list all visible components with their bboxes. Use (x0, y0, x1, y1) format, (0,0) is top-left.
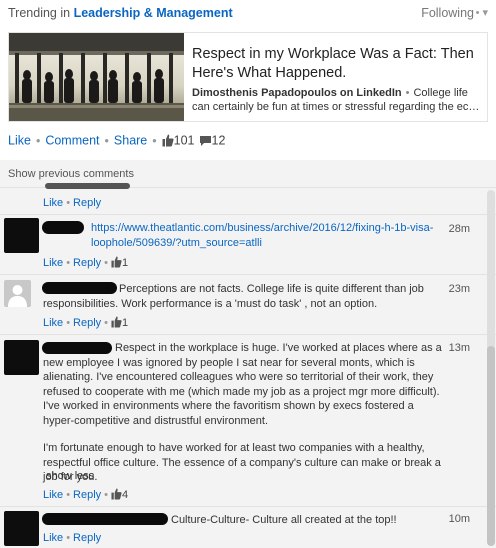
comment-reply-button[interactable]: Reply (73, 532, 101, 544)
article-thumbnail[interactable] (9, 33, 184, 121)
comment-link[interactable]: https://www.theatlantic.com/business/arc… (91, 222, 433, 249)
comment-divider (0, 214, 496, 215)
comment-divider (0, 334, 496, 335)
post-comments-count[interactable]: 12 (212, 134, 226, 148)
comment-reply-button[interactable]: Reply (73, 257, 101, 269)
byline-separator: • (405, 87, 410, 99)
comment-time: 13m (448, 342, 470, 354)
comment-actions: Like • Reply • 1 (43, 316, 129, 329)
comment-actions: Like • Reply (43, 532, 102, 544)
share-button[interactable]: Share (114, 134, 147, 148)
like-button[interactable]: Like (8, 134, 31, 148)
comment-text: https://www.theatlantic.com/business/arc… (43, 221, 443, 250)
comment-text-paragraph: I'm fortunate enough to have worked for … (43, 442, 441, 483)
comment-likes-count[interactable]: 1 (122, 257, 128, 269)
comment-time: 23m (448, 283, 470, 295)
article-snippet: can certainly be fun at times or stressf… (192, 101, 482, 113)
trending-header: Trending in Leadership & Management Foll… (8, 6, 488, 24)
comment-text: Respect in the workplace is huge. I've w… (43, 342, 442, 427)
thumbs-up-icon (111, 488, 122, 501)
avatar[interactable] (4, 511, 39, 546)
thumbs-up-icon (162, 134, 174, 148)
comments-section: Show previous comments Like • Reply https:… (0, 160, 496, 548)
comment-like-button[interactable]: Like (43, 489, 63, 501)
post-likes-count[interactable]: 101 (174, 134, 195, 148)
following-chevron-icon[interactable]: • ▾ (476, 6, 488, 19)
avatar[interactable] (4, 280, 31, 307)
comment-likes-count[interactable]: 4 (122, 489, 128, 501)
trending-prefix: Trending in (8, 6, 71, 20)
article-snippet-start: College life (413, 87, 468, 99)
comment-like-button[interactable]: Like (43, 317, 63, 329)
comment-button[interactable]: Comment (45, 134, 99, 148)
comment-reply-button[interactable]: Reply (73, 317, 101, 329)
comment-actions: Like • Reply • 1 (43, 256, 129, 269)
comment-actions: Like • Reply • 4 (43, 488, 129, 501)
trending-category-link[interactable]: Leadership & Management (74, 6, 233, 20)
comment-divider (0, 506, 496, 507)
comment-reply-button[interactable]: Reply (73, 489, 101, 501)
comment-like-button[interactable]: Like (43, 197, 63, 209)
article-byline: Dimosthenis Papadopoulos on LinkedIn • Col… (192, 87, 482, 100)
comment-likes-count[interactable]: 1 (122, 317, 128, 329)
following-button[interactable]: Following (421, 6, 474, 20)
redacted-text (45, 183, 130, 189)
comment-reply-button[interactable]: Reply (73, 197, 101, 209)
show-previous-comments-link[interactable]: Show previous comments (8, 168, 134, 180)
comment-time: 28m (448, 223, 470, 235)
comment-like-button[interactable]: Like (43, 257, 63, 269)
comment-actions: Like • Reply (43, 197, 102, 209)
post-actions: Like • Comment • Share • 101 12 (8, 133, 226, 148)
comment-like-button[interactable]: Like (43, 532, 63, 544)
post-card: Trending in Leadership & Management Foll… (0, 0, 496, 160)
comment-text: Perceptions are not facts. College life … (43, 283, 424, 310)
comments-scrollbar-thumb[interactable] (487, 346, 495, 546)
comment-divider (0, 274, 496, 275)
article-title[interactable]: Respect in my Workplace Was a Fact: Then… (192, 45, 482, 83)
comment-time: 10m (448, 513, 470, 525)
show-less-link[interactable]: show less (46, 469, 94, 484)
article-author: Dimosthenis Papadopoulos on LinkedIn (192, 87, 402, 99)
thumbs-up-icon (111, 316, 122, 329)
default-avatar-icon (8, 285, 27, 307)
article-preview[interactable]: Respect in my Workplace Was a Fact: Then… (8, 32, 488, 122)
avatar[interactable] (4, 340, 39, 375)
comment-text: Culture-Culture- Culture all created at … (171, 514, 397, 526)
avatar[interactable] (4, 218, 39, 253)
thumbs-up-icon (111, 256, 122, 269)
comment-bubble-icon (195, 134, 212, 148)
